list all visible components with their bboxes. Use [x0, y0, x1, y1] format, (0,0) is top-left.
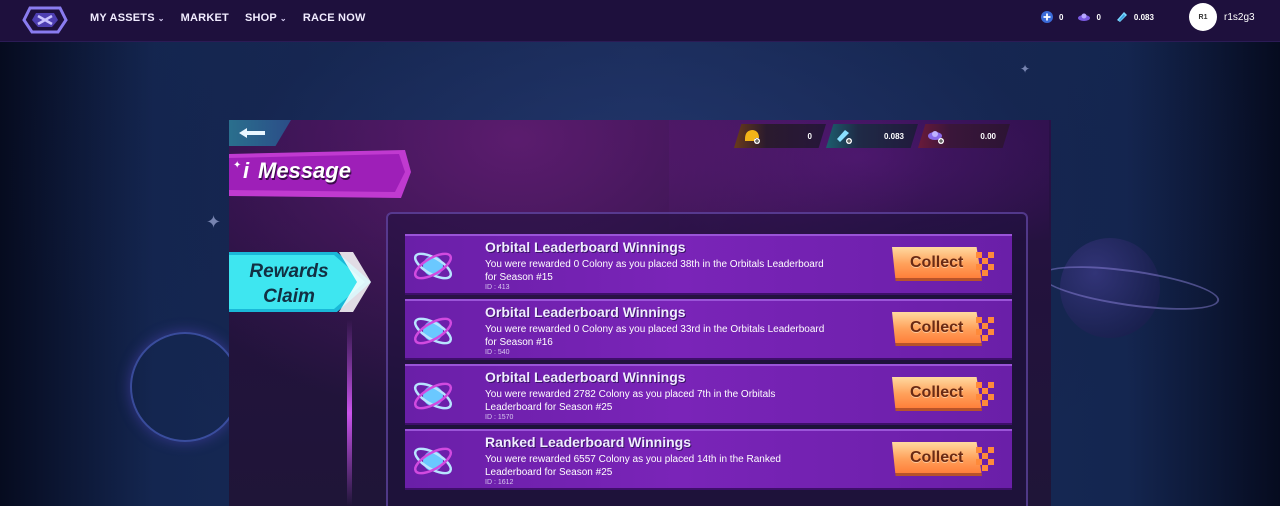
message-body: You were rewarded 0 Colony as you placed… — [485, 324, 825, 348]
tab-rewards-claim-label: Rewards Claim — [243, 259, 335, 309]
balance-crystal-value: 0.083 — [1133, 12, 1154, 22]
chevron-down-icon: ⌄ — [279, 13, 287, 23]
resource-crystal[interactable]: 0.083 — [826, 124, 918, 148]
collect-button[interactable]: Collect — [892, 442, 996, 480]
message-row[interactable]: Orbital Leaderboard Winnings You were re… — [405, 364, 1012, 425]
message-id: ID : 413 — [485, 284, 510, 291]
message-id: ID : 540 — [485, 349, 510, 356]
message-body: You were rewarded 0 Colony as you placed… — [485, 259, 824, 283]
title-prefix: i — [243, 158, 250, 183]
sparkle-icon: ✦ — [1020, 62, 1031, 76]
nav-my-assets-label: MY ASSETS — [90, 12, 155, 24]
message-title: Orbital Leaderboard Winnings — [485, 239, 686, 255]
nav-race-now[interactable]: RACE NOW — [303, 12, 366, 24]
planet-left-decoration — [130, 332, 240, 442]
message-id: ID : 1612 — [485, 479, 514, 486]
balance-plus-coin-value: 0 — [1059, 12, 1064, 22]
checkered-flag-icon — [976, 317, 994, 341]
gold-helmet-icon — [745, 130, 760, 144]
nav-market-label: MARKET — [180, 12, 229, 24]
plus-coin-icon — [1041, 11, 1053, 23]
back-button[interactable] — [229, 120, 291, 146]
resource-gold-value: 0 — [807, 131, 812, 141]
sparkle-icon: ✦ — [206, 212, 222, 232]
nav-market[interactable]: MARKET — [181, 12, 229, 24]
orbital-atom-icon — [413, 382, 453, 410]
checkered-flag-icon — [976, 447, 994, 471]
collect-button[interactable]: Collect — [892, 377, 996, 415]
checkered-flag-icon — [976, 382, 994, 406]
balance-plus-coin[interactable]: 0 — [1040, 10, 1063, 24]
checkered-flag-icon — [976, 252, 994, 276]
tab-rewards-label: Rewards — [249, 261, 329, 282]
nav-shop[interactable]: SHOP ⌄ — [245, 12, 287, 24]
balance-ship-value: 0 — [1096, 12, 1101, 22]
collect-button-label: Collect — [910, 384, 964, 401]
collect-button-label: Collect — [910, 449, 964, 466]
crystal-icon — [1116, 12, 1127, 22]
resource-crystal-value: 0.083 — [883, 131, 904, 141]
orbital-atom-icon — [413, 252, 453, 280]
collect-button[interactable]: Collect — [892, 247, 996, 285]
message-id: ID : 1570 — [485, 414, 514, 421]
orbital-atom-icon — [413, 317, 453, 345]
ship-plus-icon — [928, 131, 944, 144]
resource-ship-value: 0.00 — [980, 131, 996, 141]
nav-my-assets[interactable]: MY ASSETS ⌄ — [90, 12, 165, 24]
divider-glow — [347, 320, 352, 506]
message-title: Ranked Leaderboard Winnings — [485, 434, 692, 450]
balance-crystal[interactable]: 0.083 — [1115, 10, 1154, 24]
message-title: Orbital Leaderboard Winnings — [485, 369, 686, 385]
avatar: R1 — [1189, 3, 1217, 31]
orbital-atom-icon — [413, 447, 453, 475]
collect-button[interactable]: Collect — [892, 312, 996, 350]
user-menu[interactable]: R1 r1s2g3 — [1189, 3, 1255, 31]
resource-bar: 0 0.083 0.00 — [734, 124, 1010, 148]
nav-shop-label: SHOP — [244, 12, 277, 24]
username: r1s2g3 — [1224, 11, 1255, 23]
nav-race-now-label: RACE NOW — [302, 12, 366, 24]
crystal-plus-icon — [837, 130, 852, 144]
game-message-panel: 0 0.083 0.00 ✦ i Message Rewards Claim O… — [229, 120, 1051, 506]
message-row[interactable]: Orbital Leaderboard Winnings You were re… — [405, 234, 1012, 295]
chevron-down-icon: ⌄ — [157, 13, 165, 23]
ship-icon — [1078, 13, 1091, 21]
collect-button-label: Collect — [910, 254, 964, 271]
svg-text:✦: ✦ — [233, 160, 241, 171]
message-body: You were rewarded 6557 Colony as you pla… — [485, 454, 781, 478]
balance-ship[interactable]: 0 — [1077, 10, 1101, 24]
page-title: Message — [258, 158, 351, 183]
top-navbar: MY ASSETS ⌄ MARKET SHOP ⌄ RACE NOW 0 0 0… — [0, 0, 1280, 42]
message-row[interactable]: Ranked Leaderboard Winnings You were rew… — [405, 429, 1012, 490]
arrow-left-icon — [239, 128, 265, 138]
message-row[interactable]: Orbital Leaderboard Winnings You were re… — [405, 299, 1012, 360]
collect-button-label: Collect — [910, 319, 964, 336]
message-title: Orbital Leaderboard Winnings — [485, 304, 686, 320]
resource-ship[interactable]: 0.00 — [918, 124, 1010, 148]
message-body: You were rewarded 2782 Colony as you pla… — [485, 389, 776, 413]
app-logo-icon[interactable] — [22, 2, 68, 34]
tab-claim-label: Claim — [263, 286, 315, 307]
resource-gold[interactable]: 0 — [734, 124, 826, 148]
